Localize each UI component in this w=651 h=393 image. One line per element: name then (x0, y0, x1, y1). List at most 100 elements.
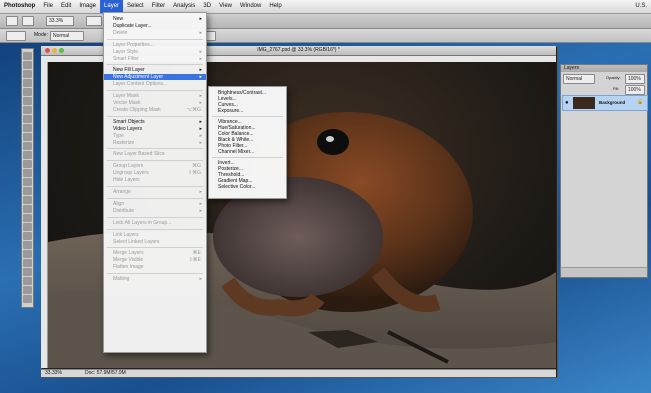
tool-icon[interactable] (23, 205, 32, 213)
menu-item-label: Delete (113, 29, 128, 36)
opacity-field[interactable]: 100% (625, 74, 645, 84)
tool-icon[interactable] (23, 178, 32, 186)
tool-preset-picker[interactable] (6, 31, 26, 41)
tool-icon[interactable] (23, 232, 32, 240)
submenu-arrow-icon: ▸ (199, 207, 202, 214)
tool-icon[interactable] (23, 79, 32, 87)
submenu-arrow-icon: ▸ (199, 125, 202, 132)
tool-icon[interactable] (23, 223, 32, 231)
zoom-icon[interactable] (59, 48, 64, 53)
tool-icon[interactable] (23, 241, 32, 249)
minimize-icon[interactable] (52, 48, 57, 53)
application-bar: 33.3% (0, 14, 651, 29)
menu-item-new-adjustment-layer[interactable]: New Adjustment Layer ▸ (104, 74, 206, 81)
menu-item-label: Flatten Image (113, 264, 144, 271)
menu-shortcut: ⌥⌘G (186, 106, 201, 113)
tool-icon[interactable] (23, 115, 32, 123)
menu-item-label: Select Linked Layers (113, 238, 160, 245)
tool-icon[interactable] (23, 97, 32, 105)
menu-item-duplicate-layer[interactable]: Duplicate Layer... (104, 23, 206, 29)
menubar-window[interactable]: Window (236, 0, 265, 13)
tool-icon[interactable] (23, 88, 32, 96)
menu-item-label: Layer Mask (113, 93, 139, 100)
tool-icon[interactable] (23, 142, 32, 150)
submenu-arrow-icon: ▸ (199, 93, 202, 100)
menu-item-hide-layers: Hide Layers (104, 177, 206, 183)
menu-item-matting: Matting ▸ (104, 276, 206, 282)
menu-separator (107, 197, 203, 199)
status-doc-size[interactable]: Doc: 57.9M/57.9M (85, 370, 126, 377)
menu-item-selective-color[interactable]: Selective Color... (209, 184, 286, 190)
menu-item-align: Align ▸ (104, 201, 206, 207)
menu-item-smart-filter: Smart Filter ▸ (104, 56, 206, 62)
tool-icon[interactable] (23, 259, 32, 267)
tool-icon[interactable] (23, 160, 32, 168)
tool-icon[interactable] (23, 268, 32, 276)
menu-item-label: Rasterize (113, 139, 135, 146)
options-bar: Mode: Normal (0, 29, 651, 43)
menu-item-label: New Adjustment Layer (113, 74, 164, 81)
arrange-documents-button[interactable] (86, 16, 102, 26)
status-zoom[interactable]: 33.33% (45, 370, 62, 377)
menubar-file[interactable]: File (39, 0, 57, 13)
layers-panel-tab[interactable]: Layers (561, 65, 647, 72)
opacity-label: Opacity: (606, 75, 621, 80)
menu-item-channel-mixer[interactable]: Channel Mixer... (209, 149, 286, 155)
menu-item-label: Arrange (113, 189, 131, 195)
menu-item-label: Smart Filter (113, 55, 139, 62)
tool-icon[interactable] (23, 187, 32, 195)
close-icon[interactable] (45, 48, 50, 53)
vertical-ruler[interactable] (41, 62, 48, 368)
input-menu-indicator[interactable]: U.S. (635, 0, 647, 13)
menu-item-exposure[interactable]: Exposure... (209, 108, 286, 114)
menu-item-new-fill-layer[interactable]: New Fill Layer ▸ (104, 67, 206, 73)
bridge-button[interactable] (22, 16, 34, 26)
submenu-arrow-icon: ▸ (199, 276, 202, 283)
tool-icon[interactable] (23, 196, 32, 204)
fill-field[interactable]: 100% (625, 85, 645, 95)
menu-item-label: Channel Mixer... (218, 149, 255, 155)
tool-icon[interactable] (23, 133, 32, 141)
submenu-arrow-icon: ▸ (199, 67, 202, 74)
menu-item-merge-layers: Merge Layers ⌘E (104, 250, 206, 256)
menu-separator (107, 64, 203, 66)
menu-item-merge-visible: Merge Visible ⇧⌘E (104, 257, 206, 263)
menu-item-label: Ungroup Layers (113, 170, 149, 177)
menu-item-flatten-image: Flatten Image (104, 264, 206, 270)
layer-row-background[interactable]: ● Background 🔒 (562, 95, 648, 111)
tool-icon[interactable] (23, 52, 32, 60)
tool-icon[interactable] (23, 106, 32, 114)
layer-name: Background (599, 100, 626, 105)
tool-icon[interactable] (23, 61, 32, 69)
tool-icon[interactable] (23, 214, 32, 222)
tool-icon[interactable] (23, 151, 32, 159)
menu-separator (212, 157, 283, 158)
menu-item-video-layers[interactable]: Video Layers ▸ (104, 126, 206, 132)
menu-item-layer-properties: Layer Properties... (104, 42, 206, 48)
zoom-level-dropdown[interactable]: 33.3% (46, 16, 74, 26)
menu-item-label: Smart Objects (113, 118, 145, 125)
menu-shortcut: ⌘G (192, 163, 201, 170)
blend-mode-dropdown[interactable]: Normal (563, 74, 595, 84)
tool-icon[interactable] (23, 70, 32, 78)
tool-icon[interactable] (23, 250, 32, 258)
tool-icon[interactable] (23, 124, 32, 132)
menu-item-new[interactable]: New ▸ (104, 16, 206, 22)
mode-dropdown[interactable]: Normal (50, 31, 84, 41)
ps-home-button[interactable] (6, 16, 18, 26)
menubar-help[interactable]: Help (265, 0, 285, 13)
menubar-image[interactable]: Image (75, 0, 100, 13)
menu-item-label: Layer Content Options... (113, 81, 168, 88)
submenu-arrow-icon: ▸ (199, 100, 202, 106)
menubar-view[interactable]: View (215, 0, 236, 13)
tool-icon[interactable] (23, 286, 32, 294)
eye-icon[interactable]: ● (565, 100, 569, 106)
menubar-edit[interactable]: Edit (57, 0, 75, 13)
tool-icon[interactable] (23, 277, 32, 285)
tool-icon[interactable] (23, 169, 32, 177)
menu-separator (107, 216, 203, 218)
menubar-photoshop[interactable]: Photoshop (0, 0, 39, 13)
menu-item-smart-objects[interactable]: Smart Objects ▸ (104, 119, 206, 125)
mode-label: Mode: (34, 32, 48, 38)
tool-icon[interactable] (23, 295, 32, 303)
